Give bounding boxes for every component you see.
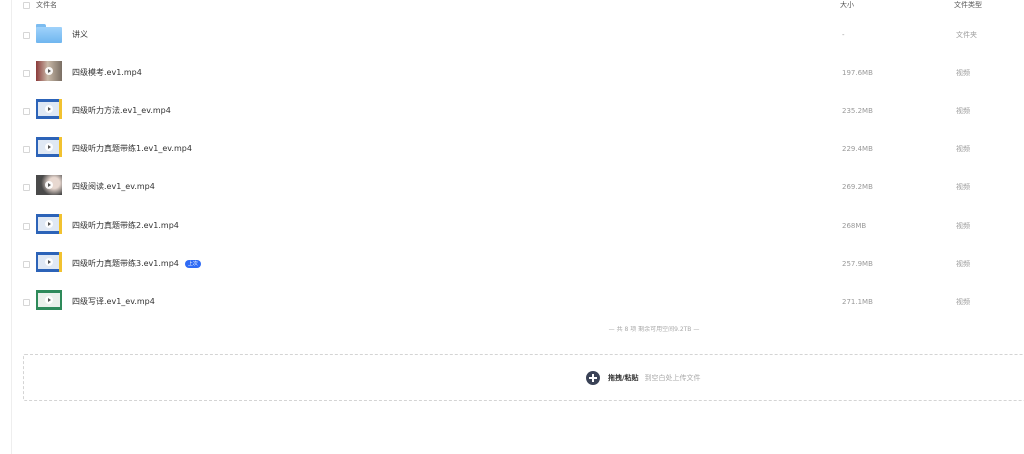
file-size: 269.2MB	[842, 183, 873, 191]
file-size: 197.6MB	[842, 69, 873, 77]
row-checkbox[interactable]	[23, 223, 30, 230]
file-list-header: 文件名 大小 文件类型	[0, 0, 1024, 12]
file-row[interactable]: 四级听力真题带练1.ev1_ev.mp4 229.4MB 视频	[0, 130, 1024, 168]
file-size: 229.4MB	[842, 145, 873, 153]
file-name[interactable]: 四级听力真题带练1.ev1_ev.mp4	[72, 144, 192, 154]
play-icon	[45, 181, 53, 189]
file-row[interactable]: 四级写译.ev1_ev.mp4 271.1MB 视频	[0, 283, 1024, 321]
file-row[interactable]: 四级听力真题带练3.ev1.mp4 上次 257.9MB 视频	[0, 245, 1024, 283]
file-type: 视频	[956, 298, 970, 306]
file-size: 271.1MB	[842, 298, 873, 306]
dropzone-primary-text: 拖拽/粘贴	[608, 374, 639, 382]
folder-icon	[36, 24, 62, 44]
video-thumbnail	[36, 61, 62, 81]
row-checkbox[interactable]	[23, 146, 30, 153]
file-name[interactable]: 四级阅读.ev1_ev.mp4	[72, 182, 155, 192]
video-thumbnail	[36, 290, 62, 310]
select-all-checkbox[interactable]	[23, 2, 30, 9]
play-icon	[45, 105, 53, 113]
file-type: 文件夹	[956, 31, 977, 39]
play-icon	[45, 143, 53, 151]
row-checkbox[interactable]	[23, 299, 30, 306]
column-header-type[interactable]: 文件类型	[954, 1, 982, 9]
video-thumbnail	[36, 137, 62, 157]
file-type: 视频	[956, 145, 970, 153]
list-summary: — 共 8 项 剩余可用空间9.2TB —	[608, 326, 700, 333]
file-name[interactable]: 四级写译.ev1_ev.mp4	[72, 297, 155, 307]
file-type: 视频	[956, 222, 970, 230]
column-header-size[interactable]: 大小	[840, 1, 854, 9]
play-icon	[45, 258, 53, 266]
file-name-text: 四级听力真题带练3.ev1.mp4	[72, 259, 179, 268]
last-viewed-badge: 上次	[184, 260, 201, 268]
video-thumbnail	[36, 214, 62, 234]
upload-dropzone[interactable]	[23, 354, 1024, 401]
file-type: 视频	[956, 183, 970, 191]
row-checkbox[interactable]	[23, 261, 30, 268]
file-type: 视频	[956, 107, 970, 115]
file-row[interactable]: 讲义 - 文件夹	[0, 16, 1024, 54]
upload-dropzone-content[interactable]: 拖拽/粘贴 到空白处上传文件	[586, 371, 701, 385]
file-size: 235.2MB	[842, 107, 873, 115]
plus-circle-icon[interactable]	[586, 371, 600, 385]
dropzone-secondary-text: 到空白处上传文件	[644, 374, 701, 382]
row-checkbox[interactable]	[23, 70, 30, 77]
video-thumbnail	[36, 252, 62, 272]
play-icon	[45, 220, 53, 228]
file-type: 视频	[956, 260, 970, 268]
column-header-name[interactable]: 文件名	[36, 1, 57, 9]
play-icon	[45, 67, 53, 75]
file-size: 257.9MB	[842, 260, 873, 268]
file-row[interactable]: 四级听力真题带练2.ev1.mp4 268MB 视频	[0, 207, 1024, 245]
file-type: 视频	[956, 69, 970, 77]
row-checkbox[interactable]	[23, 32, 30, 39]
file-row[interactable]: 四级模考.ev1.mp4 197.6MB 视频	[0, 54, 1024, 92]
file-name[interactable]: 四级听力真题带练3.ev1.mp4 上次	[72, 259, 201, 269]
file-name[interactable]: 讲义	[72, 30, 88, 40]
file-row[interactable]: 四级听力方法.ev1_ev.mp4 235.2MB 视频	[0, 92, 1024, 130]
file-name[interactable]: 四级模考.ev1.mp4	[72, 68, 142, 78]
video-thumbnail	[36, 99, 62, 119]
list-summary-container: — 共 8 项 剩余可用空间9.2TB —	[0, 326, 1024, 334]
file-name[interactable]: 四级听力真题带练2.ev1.mp4	[72, 221, 179, 231]
file-row[interactable]: 四级阅读.ev1_ev.mp4 269.2MB 视频	[0, 168, 1024, 206]
row-checkbox[interactable]	[23, 184, 30, 191]
file-name[interactable]: 四级听力方法.ev1_ev.mp4	[72, 106, 171, 116]
play-icon	[45, 296, 53, 304]
video-thumbnail	[36, 175, 62, 195]
row-checkbox[interactable]	[23, 108, 30, 115]
file-size: -	[842, 31, 845, 39]
file-size: 268MB	[842, 222, 867, 230]
